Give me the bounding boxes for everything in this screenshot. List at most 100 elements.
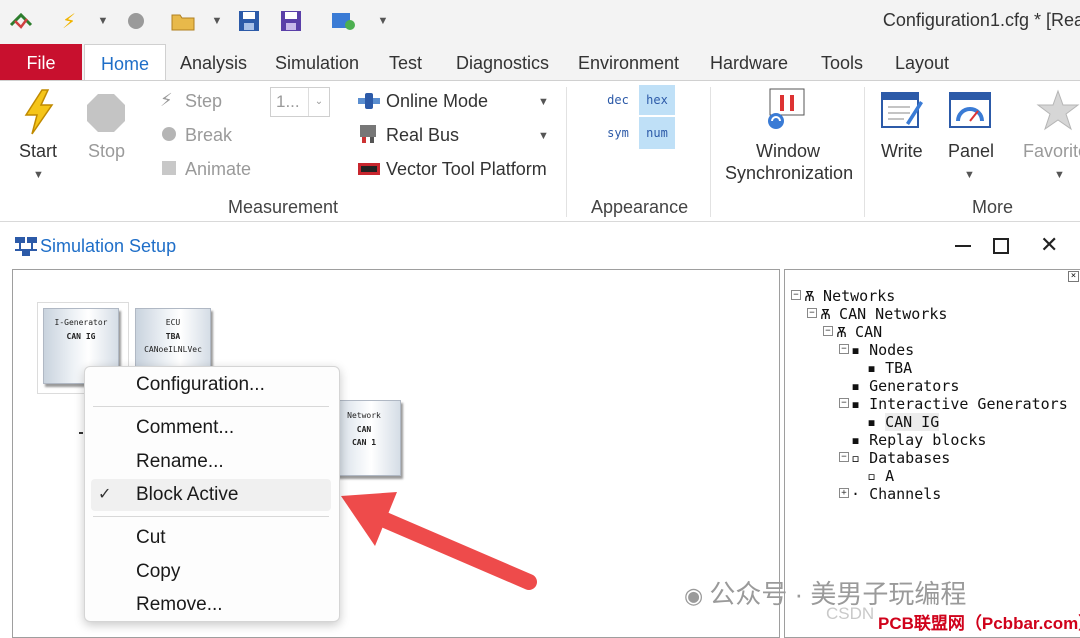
tree-item-interactive-generators[interactable]: ▪ Interactive Generators — [851, 395, 1068, 413]
tree-item-can-ig[interactable]: ▪ CAN IG — [867, 413, 940, 431]
network-icon: Ѫ — [837, 323, 856, 341]
generator-icon: ▪ — [851, 395, 870, 413]
options-icon[interactable] — [330, 8, 358, 34]
dec-toggle[interactable]: dec — [599, 85, 637, 115]
collapse-toggle[interactable]: − — [839, 452, 849, 462]
block-type: I-Generator — [54, 318, 108, 327]
window-sync-label-1[interactable]: Window — [756, 141, 820, 162]
title-bar: ⚡ ▼ ▼ ▼ Configuration1.cfg * [Rea — [0, 0, 1080, 44]
checkmark-icon: ✓ — [98, 486, 112, 503]
save-icon[interactable] — [236, 8, 262, 34]
more-group-label: More — [972, 197, 1014, 217]
tree-item-channels[interactable]: · Channels — [851, 485, 941, 503]
window-synchronization-icon[interactable] — [764, 87, 810, 136]
chevron-down-icon[interactable]: ▼ — [538, 96, 549, 108]
chevron-down-icon[interactable]: ▼ — [210, 8, 224, 34]
favorites-button[interactable]: Favorite — [1023, 141, 1080, 162]
chevron-down-icon[interactable]: ⌄ — [308, 88, 329, 116]
chevron-down-icon[interactable]: ▼ — [33, 169, 44, 181]
tab-environment[interactable]: Environment — [578, 44, 679, 80]
customize-quick-access-icon[interactable]: ▼ — [376, 8, 390, 34]
tree-item-database-a[interactable]: ▫ A — [867, 467, 894, 485]
menu-item-cut[interactable]: Cut — [136, 527, 166, 549]
minimize-icon[interactable] — [955, 245, 971, 247]
tree-item-tba[interactable]: ▪ TBA — [867, 359, 912, 377]
animate-button[interactable]: Animate — [185, 159, 251, 180]
write-button[interactable]: Write — [881, 141, 923, 162]
menu-item-block-active[interactable]: Block Active — [136, 484, 238, 506]
collapse-toggle[interactable]: − — [807, 308, 817, 318]
step-button[interactable]: Step — [185, 91, 222, 112]
start-large-icon[interactable] — [22, 89, 56, 140]
online-mode-icon — [357, 91, 381, 116]
tab-layout[interactable]: Layout — [895, 44, 949, 80]
chevron-down-icon[interactable]: ▼ — [538, 130, 549, 142]
tree-item-can-networks[interactable]: Ѫ CAN Networks — [821, 305, 947, 324]
stop-button[interactable]: Stop — [88, 141, 125, 162]
node-icon: ▪ — [851, 341, 870, 359]
group-divider — [864, 87, 865, 217]
menu-separator — [93, 516, 329, 517]
start-lightning-icon[interactable]: ⚡ — [56, 8, 82, 34]
tab-diagnostics[interactable]: Diagnostics — [456, 44, 549, 80]
red-arrow-annotation — [341, 492, 537, 590]
menu-item-copy[interactable]: Copy — [136, 561, 180, 583]
expand-toggle[interactable]: + — [839, 488, 849, 498]
maximize-icon[interactable] — [993, 238, 1009, 254]
online-mode-button[interactable]: Online Mode — [386, 91, 488, 112]
save-as-icon[interactable] — [278, 8, 304, 34]
start-button[interactable]: Start — [19, 141, 57, 162]
tree-item-generators[interactable]: ▪ Generators — [851, 377, 959, 395]
tab-hardware[interactable]: Hardware — [710, 44, 788, 80]
collapse-toggle[interactable]: − — [839, 398, 849, 408]
measurement-group-label: Measurement — [228, 197, 339, 217]
tab-home[interactable]: Home — [84, 44, 166, 81]
csdn-watermark: CSDN — [826, 604, 875, 623]
network-icon: Ѫ — [805, 287, 824, 305]
step-icon: ⚡ — [160, 90, 173, 110]
chevron-down-icon[interactable]: ▼ — [96, 8, 110, 34]
collapse-toggle[interactable]: − — [823, 326, 833, 336]
node-icon: ▪ — [867, 359, 886, 377]
hex-toggle[interactable]: hex — [639, 85, 675, 115]
tab-simulation[interactable]: Simulation — [275, 44, 359, 80]
close-pane-icon[interactable]: × — [1068, 271, 1079, 282]
collapse-toggle[interactable]: − — [839, 344, 849, 354]
menu-item-rename[interactable]: Rename... — [136, 451, 224, 473]
tree-item-replay-blocks[interactable]: ▪ Replay blocks — [851, 431, 986, 449]
tab-file[interactable]: File — [0, 44, 82, 80]
chevron-down-icon[interactable]: ▼ — [964, 169, 975, 181]
tab-analysis[interactable]: Analysis — [180, 44, 247, 80]
vector-tool-platform-button[interactable]: Vector Tool Platform — [386, 159, 547, 180]
tree-item-networks[interactable]: Ѫ Networks — [805, 287, 895, 306]
collapse-toggle[interactable]: − — [791, 290, 801, 300]
stop-large-icon[interactable] — [86, 93, 126, 138]
window-sync-label-2[interactable]: Synchronization — [725, 163, 853, 184]
menu-item-configuration[interactable]: Configuration... — [136, 374, 265, 396]
real-bus-button[interactable]: Real Bus — [386, 125, 459, 146]
step-count-select[interactable]: 1... ⌄ — [270, 87, 330, 117]
panel-icon[interactable] — [948, 89, 992, 136]
write-icon[interactable] — [880, 89, 924, 136]
group-divider — [710, 87, 711, 217]
menu-item-comment[interactable]: Comment... — [136, 417, 234, 439]
panel-button[interactable]: Panel — [948, 141, 994, 162]
num-toggle[interactable]: num — [639, 117, 675, 149]
tree-item-nodes[interactable]: ▪ Nodes — [851, 341, 914, 359]
open-folder-icon[interactable] — [170, 8, 198, 34]
chevron-down-icon[interactable]: ▼ — [1054, 169, 1065, 181]
app-logo-icon[interactable] — [8, 8, 34, 34]
sym-toggle[interactable]: sym — [599, 117, 637, 149]
channel-icon: · — [851, 485, 870, 503]
network-icon: Ѫ — [821, 305, 840, 323]
tab-test[interactable]: Test — [389, 44, 422, 80]
close-icon[interactable]: ✕ — [1040, 234, 1058, 256]
tree-item-can[interactable]: Ѫ CAN — [837, 323, 882, 342]
tree-item-databases[interactable]: ▫ Databases — [851, 449, 950, 467]
break-button[interactable]: Break — [185, 125, 232, 146]
document-title: Configuration1.cfg * [Rea — [882, 10, 1080, 30]
stop-icon[interactable] — [124, 8, 148, 34]
menu-item-remove[interactable]: Remove... — [136, 594, 223, 616]
tab-tools[interactable]: Tools — [821, 44, 863, 80]
favorites-star-icon[interactable] — [1036, 89, 1080, 136]
